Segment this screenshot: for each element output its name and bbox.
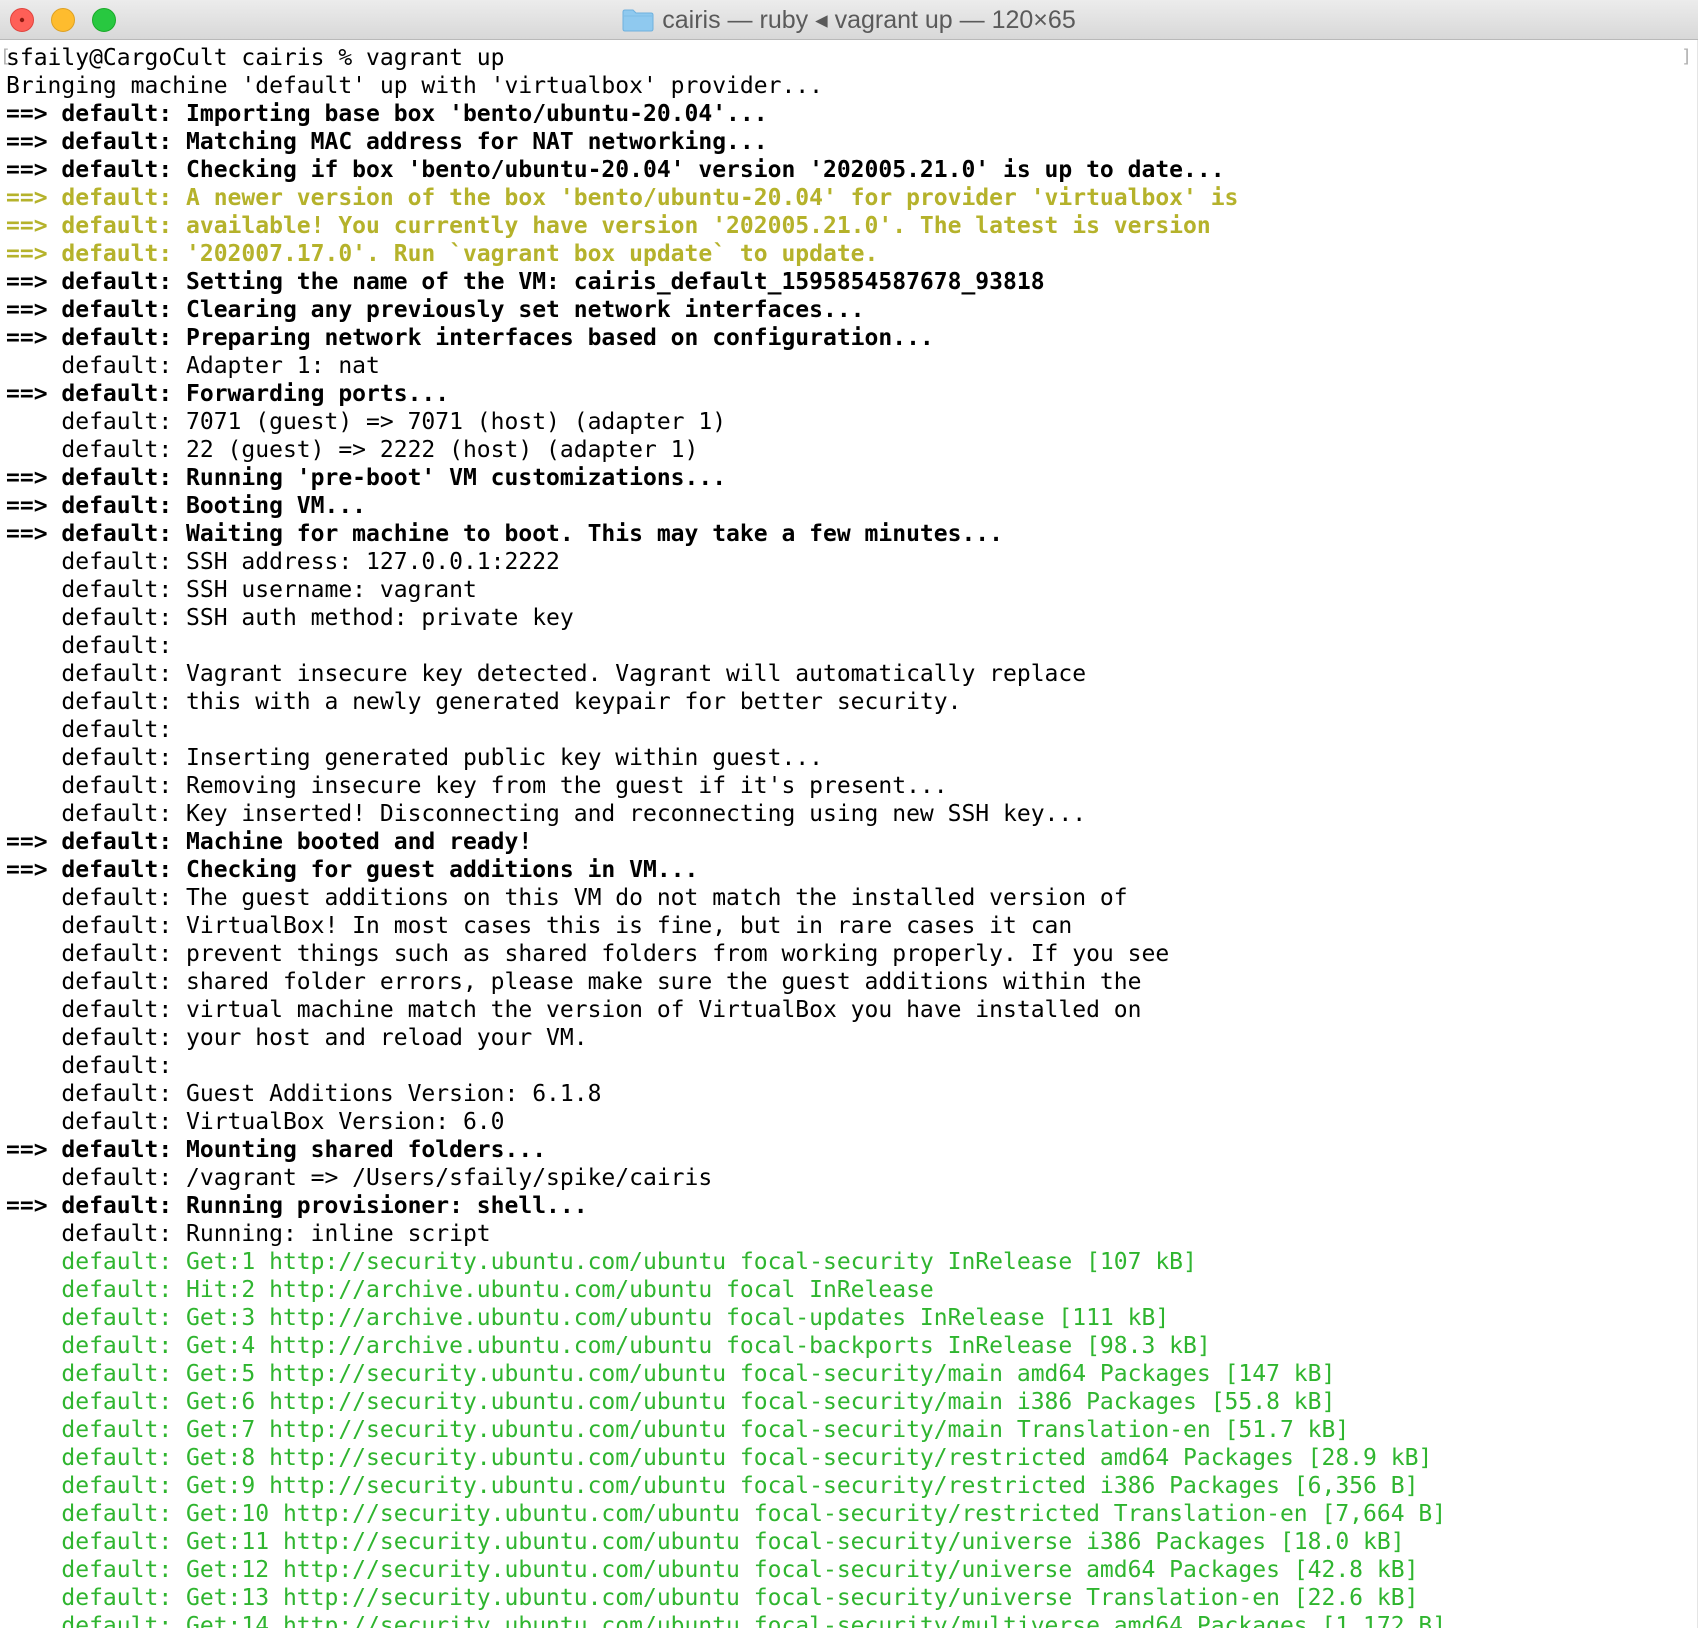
terminal-line: default: Get:10 http://security.ubuntu.c… — [6, 1501, 1447, 1527]
window-title: cairis — ruby ◂ vagrant up — 120×65 — [662, 6, 1076, 34]
terminal-line: ==> default: Machine booted and ready! — [6, 829, 533, 855]
terminal-line: ==> default: '202007.17.0'. Run `vagrant… — [6, 241, 879, 267]
terminal-line: default: Removing insecure key from the … — [6, 773, 948, 799]
terminal-line: ==> default: Matching MAC address for NA… — [6, 129, 768, 155]
terminal-line: default: — [6, 633, 173, 659]
terminal-line: default: Get:1 http://security.ubuntu.co… — [6, 1249, 1197, 1275]
terminal-line: default: The guest additions on this VM … — [6, 885, 1128, 911]
terminal-line: default: Key inserted! Disconnecting and… — [6, 801, 1087, 827]
terminal-line: default: Hit:2 http://archive.ubuntu.com… — [6, 1277, 934, 1303]
terminal-line: default: Get:9 http://security.ubuntu.co… — [6, 1473, 1419, 1499]
terminal-line: default: SSH address: 127.0.0.1:2222 — [6, 549, 560, 575]
terminal-line: default: this with a newly generated key… — [6, 689, 962, 715]
terminal-line: ==> default: Forwarding ports... — [6, 381, 450, 407]
terminal-line: default: Guest Additions Version: 6.1.8 — [6, 1081, 602, 1107]
terminal-line: default: Get:11 http://security.ubuntu.c… — [6, 1529, 1405, 1555]
terminal-line: default: Get:6 http://security.ubuntu.co… — [6, 1389, 1336, 1415]
terminal-line: default: Running: inline script — [6, 1221, 491, 1247]
terminal-line: default: Get:8 http://security.ubuntu.co… — [6, 1445, 1433, 1471]
terminal-line: ==> default: Clearing any previously set… — [6, 297, 865, 323]
terminal-line: default: SSH username: vagrant — [6, 577, 477, 603]
terminal-line: default: Vagrant insecure key detected. … — [6, 661, 1087, 687]
terminal-line: default: Get:3 http://archive.ubuntu.com… — [6, 1305, 1170, 1331]
terminal-line: default: Adapter 1: nat — [6, 353, 380, 379]
terminal-window: cairis — ruby ◂ vagrant up — 120×65 [ ] … — [0, 0, 1698, 1628]
terminal-line: default: — [6, 717, 173, 743]
terminal-line: default: Get:12 http://security.ubuntu.c… — [6, 1557, 1419, 1583]
terminal-line: ==> default: Mounting shared folders... — [6, 1137, 547, 1163]
terminal-line: default: Inserting generated public key … — [6, 745, 823, 771]
terminal-line: default: shared folder errors, please ma… — [6, 969, 1142, 995]
terminal-line: default: 7071 (guest) => 7071 (host) (ad… — [6, 409, 727, 435]
terminal-line: default: Get:13 http://security.ubuntu.c… — [6, 1585, 1419, 1611]
terminal-line: ==> default: Booting VM... — [6, 493, 367, 519]
terminal-line: default: Get:7 http://security.ubuntu.co… — [6, 1417, 1350, 1443]
terminal-line: default: your host and reload your VM. — [6, 1025, 588, 1051]
terminal-line: default: Get:5 http://security.ubuntu.co… — [6, 1361, 1336, 1387]
command-prompt-line: sfaily@CargoCult cairis % vagrant up — [6, 45, 505, 71]
terminal-line: default: Get:14 http://security.ubuntu.c… — [6, 1613, 1447, 1628]
terminal-line: default: /vagrant => /Users/sfaily/spike… — [6, 1165, 713, 1191]
window-title-container: cairis — ruby ◂ vagrant up — 120×65 — [0, 0, 1698, 40]
terminal-line: ==> default: Checking if box 'bento/ubun… — [6, 157, 1225, 183]
terminal-line: default: VirtualBox! In most cases this … — [6, 913, 1073, 939]
folder-icon — [622, 8, 654, 32]
terminal-line: ==> default: Setting the name of the VM:… — [6, 269, 1045, 295]
terminal-line: ==> default: A newer version of the box … — [6, 185, 1239, 211]
title-bar[interactable]: cairis — ruby ◂ vagrant up — 120×65 — [0, 0, 1698, 40]
terminal-line: default: prevent things such as shared f… — [6, 941, 1170, 967]
terminal-line: ==> default: Running provisioner: shell.… — [6, 1193, 588, 1219]
terminal-line: ==> default: Importing base box 'bento/u… — [6, 101, 768, 127]
terminal-line: Bringing machine 'default' up with 'virt… — [6, 73, 823, 99]
terminal-line: default: 22 (guest) => 2222 (host) (adap… — [6, 437, 699, 463]
terminal-line: ==> default: available! You currently ha… — [6, 213, 1211, 239]
terminal-output[interactable]: sfaily@CargoCult cairis % vagrant up Brin… — [0, 44, 1698, 1628]
terminal-line: ==> default: Running 'pre-boot' VM custo… — [6, 465, 727, 491]
terminal-line: default: — [6, 1053, 173, 1079]
terminal-line: default: SSH auth method: private key — [6, 605, 574, 631]
terminal-line: ==> default: Checking for guest addition… — [6, 857, 699, 883]
terminal-line: default: virtual machine match the versi… — [6, 997, 1142, 1023]
terminal-line: ==> default: Waiting for machine to boot… — [6, 521, 1003, 547]
terminal-line: ==> default: Preparing network interface… — [6, 325, 934, 351]
terminal-line: default: VirtualBox Version: 6.0 — [6, 1109, 505, 1135]
terminal-line: default: Get:4 http://archive.ubuntu.com… — [6, 1333, 1211, 1359]
